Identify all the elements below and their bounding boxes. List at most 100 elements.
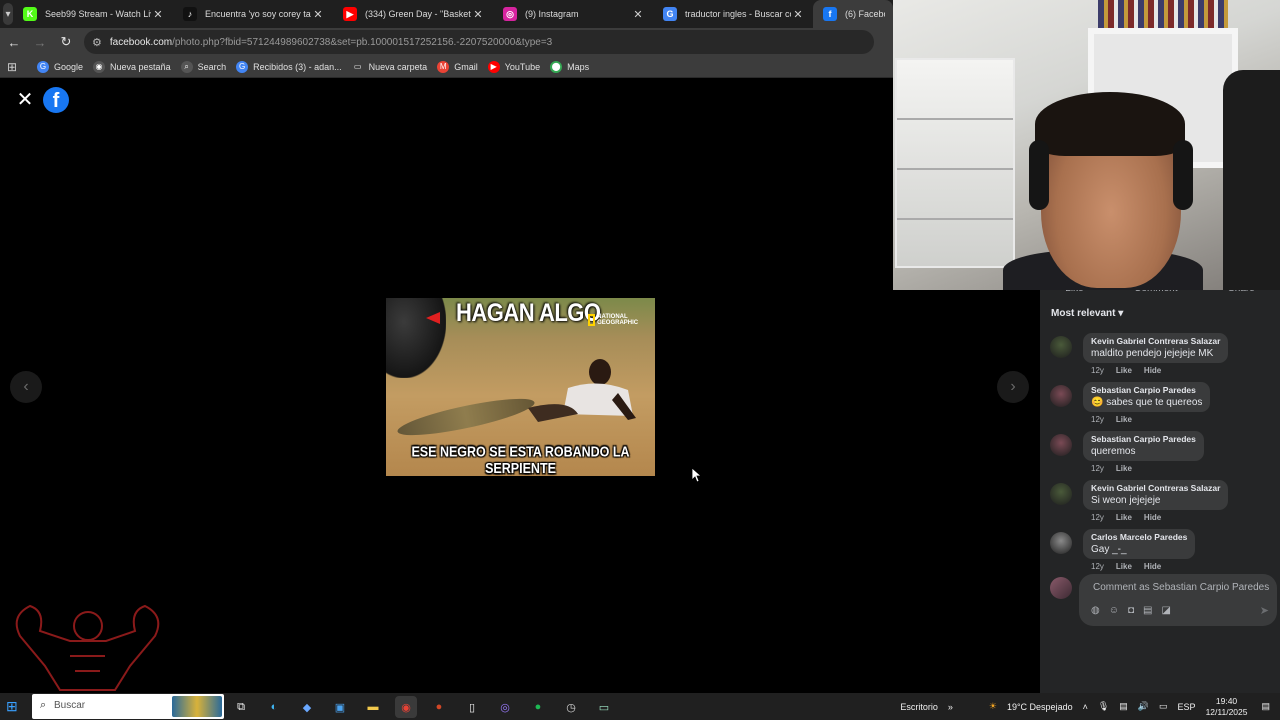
monitor-app-icon[interactable]: ◷ bbox=[560, 696, 582, 718]
back-button[interactable]: ← bbox=[2, 30, 26, 54]
avatar[interactable] bbox=[1050, 336, 1072, 358]
comment-like-button[interactable]: Like bbox=[1116, 562, 1132, 571]
google-icon: G bbox=[236, 60, 249, 73]
browser-tab[interactable]: ♪ Encuentra 'yo soy corey taylor'✕ bbox=[173, 0, 333, 28]
comment-author[interactable]: Carlos Marcelo Paredes bbox=[1091, 532, 1187, 542]
camera-icon[interactable]: ◘ bbox=[1128, 605, 1143, 616]
comment-time[interactable]: 12y bbox=[1091, 562, 1104, 571]
headset-left bbox=[1029, 140, 1049, 210]
task-view-icon[interactable]: ⧉ bbox=[230, 696, 252, 718]
browser-tab[interactable]: ▶ (334) Green Day - "Basket Case✕ bbox=[333, 0, 493, 28]
microphone-icon[interactable]: 🎙 bbox=[1098, 701, 1109, 712]
edge-icon[interactable]: ◐ bbox=[263, 696, 285, 718]
browser-tab[interactable]: f (6) Facebook bbox=[813, 0, 893, 28]
comment-hide-button[interactable]: Hide bbox=[1144, 562, 1161, 571]
language-indicator[interactable]: ESP bbox=[1178, 702, 1196, 712]
avatar[interactable] bbox=[1050, 385, 1072, 407]
comment-time[interactable]: 12y bbox=[1091, 513, 1104, 522]
close-tab-icon[interactable]: ✕ bbox=[631, 8, 645, 21]
powerpoint-icon[interactable]: ● bbox=[428, 696, 450, 718]
bookmark-item[interactable]: ◉ Nueva pestaña bbox=[93, 60, 171, 73]
avatar-sticker-icon[interactable]: ◍ bbox=[1091, 605, 1109, 616]
reload-button[interactable]: ↻ bbox=[54, 30, 78, 54]
taskbar-search[interactable]: ⌕ Buscar bbox=[32, 694, 224, 719]
comment-like-button[interactable]: Like bbox=[1116, 464, 1132, 473]
bookmark-item[interactable]: ▭ Nueva carpeta bbox=[351, 60, 427, 73]
bookmark-item[interactable]: M Gmail bbox=[437, 60, 478, 73]
bookmark-label: Gmail bbox=[454, 61, 478, 72]
apps-grid-icon[interactable]: ⊞ bbox=[7, 60, 27, 74]
volume-icon[interactable]: 🔊 bbox=[1138, 701, 1149, 712]
bookmark-item[interactable]: ⌕ Search bbox=[180, 60, 226, 73]
tab-favicon-icon: ♪ bbox=[183, 7, 197, 21]
tray-expand-icon[interactable]: » bbox=[948, 702, 953, 712]
sticker-icon[interactable]: ◪ bbox=[1161, 605, 1179, 616]
close-tab-icon[interactable]: ✕ bbox=[471, 8, 485, 21]
comment-time[interactable]: 12y bbox=[1091, 366, 1104, 375]
comment-author[interactable]: Sebastian Carpio Paredes bbox=[1091, 434, 1196, 444]
battery-icon[interactable]: ▭ bbox=[1159, 701, 1168, 712]
windows-start-icon[interactable]: ⊞ bbox=[6, 698, 28, 715]
network-icon[interactable]: ▤ bbox=[1119, 701, 1128, 712]
search-highlight-image bbox=[172, 696, 222, 717]
avatar[interactable] bbox=[1050, 434, 1072, 456]
window-app-icon[interactable]: ▭ bbox=[593, 696, 615, 718]
weather-text[interactable]: 19°C Despejado bbox=[1007, 702, 1073, 712]
tab-title: traductor ingles - Buscar con G bbox=[685, 9, 791, 19]
comment-like-button[interactable]: Like bbox=[1116, 366, 1132, 375]
clock[interactable]: 19:40 12/11/2025 bbox=[1206, 696, 1248, 718]
comment-text-row: Gay _-_ bbox=[1091, 544, 1187, 555]
comment-text-row: maldito pendejo jejejeje MK bbox=[1091, 348, 1220, 359]
search-icon: ⌕ bbox=[40, 699, 47, 711]
close-tab-icon[interactable]: ✕ bbox=[311, 8, 325, 21]
copilot-icon[interactable]: ◆ bbox=[296, 696, 318, 718]
bookmark-item[interactable]: ⬤ Maps bbox=[550, 60, 589, 73]
comment-hide-button[interactable]: Hide bbox=[1144, 366, 1161, 375]
previous-photo-button[interactable]: ‹ bbox=[10, 371, 42, 403]
facebook-logo-icon[interactable]: f bbox=[43, 87, 69, 113]
file-explorer-icon[interactable]: ▬ bbox=[362, 696, 384, 718]
browser-tab[interactable]: Gtraductor ingles - Buscar con G✕ bbox=[653, 0, 813, 28]
comment-like-button[interactable]: Like bbox=[1116, 513, 1132, 522]
comment-like-button[interactable]: Like bbox=[1116, 415, 1132, 424]
avatar[interactable] bbox=[1050, 532, 1072, 554]
close-tab-icon[interactable]: ✕ bbox=[151, 8, 165, 21]
comment-hide-button[interactable]: Hide bbox=[1144, 513, 1161, 522]
chevron-up-icon[interactable]: ˄ bbox=[1083, 702, 1088, 712]
emoji-icon[interactable]: ☺ bbox=[1109, 605, 1128, 616]
document-icon[interactable]: ▯ bbox=[461, 696, 483, 718]
comment-meta: 12y Like Hide bbox=[1091, 366, 1173, 375]
send-icon[interactable]: ➤ bbox=[1260, 604, 1269, 617]
site-info-icon[interactable]: ⚙ bbox=[92, 36, 102, 49]
browser-tab[interactable]: ◎ (9) Instagram ✕ bbox=[493, 0, 653, 28]
desktop-label[interactable]: Escritorio bbox=[900, 702, 938, 712]
spotify-icon[interactable]: ● bbox=[527, 696, 549, 718]
address-bar[interactable]: ⚙ facebook.com/photo.php?fbid=5712449896… bbox=[84, 30, 874, 54]
comment-time[interactable]: 12y bbox=[1091, 464, 1104, 473]
photo-viewer: ✕ f ‹ › HAGAN ALGO NATIONAL GEOGRAPHIC E… bbox=[0, 79, 1040, 693]
tab-title: Encuentra 'yo soy corey taylor' bbox=[205, 9, 311, 19]
bookmark-item[interactable]: ▶ YouTube bbox=[487, 60, 540, 73]
bookmark-item[interactable]: G Recibidos (3) - adan... bbox=[236, 60, 342, 73]
obs-icon[interactable]: ◎ bbox=[494, 696, 516, 718]
tab-search-button[interactable]: ▾ bbox=[3, 3, 13, 25]
comment-time[interactable]: 12y bbox=[1091, 415, 1104, 424]
forward-button[interactable]: → bbox=[28, 30, 52, 54]
comment-input[interactable]: Comment as Sebastian Carpio Paredes ◍☺◘▤… bbox=[1079, 574, 1277, 626]
avatar[interactable] bbox=[1050, 483, 1072, 505]
close-tab-icon[interactable]: ✕ bbox=[791, 8, 805, 21]
tab-favicon-icon: ▶ bbox=[343, 7, 357, 21]
comment-bubble: Kevin Gabriel Contreras Salazar Si weon j… bbox=[1083, 480, 1229, 510]
chrome-icon[interactable]: ◉ bbox=[395, 696, 417, 718]
comment-author[interactable]: Sebastian Carpio Paredes bbox=[1091, 385, 1202, 395]
comment-author[interactable]: Kevin Gabriel Contreras Salazar bbox=[1091, 483, 1220, 493]
comment-sort-dropdown[interactable]: Most relevant ▾ bbox=[1051, 308, 1123, 319]
store-icon[interactable]: ▣ bbox=[329, 696, 351, 718]
close-icon[interactable]: ✕ bbox=[14, 89, 36, 111]
gif-icon[interactable]: ▤ bbox=[1143, 605, 1161, 616]
bookmark-item[interactable]: G Google bbox=[37, 60, 83, 73]
comment-author[interactable]: Kevin Gabriel Contreras Salazar bbox=[1091, 336, 1220, 346]
notifications-icon[interactable]: ▤ bbox=[1261, 701, 1270, 712]
next-photo-button[interactable]: › bbox=[997, 371, 1029, 403]
browser-tab[interactable]: K Seeb99 Stream - Watch Live on✕ bbox=[13, 0, 173, 28]
